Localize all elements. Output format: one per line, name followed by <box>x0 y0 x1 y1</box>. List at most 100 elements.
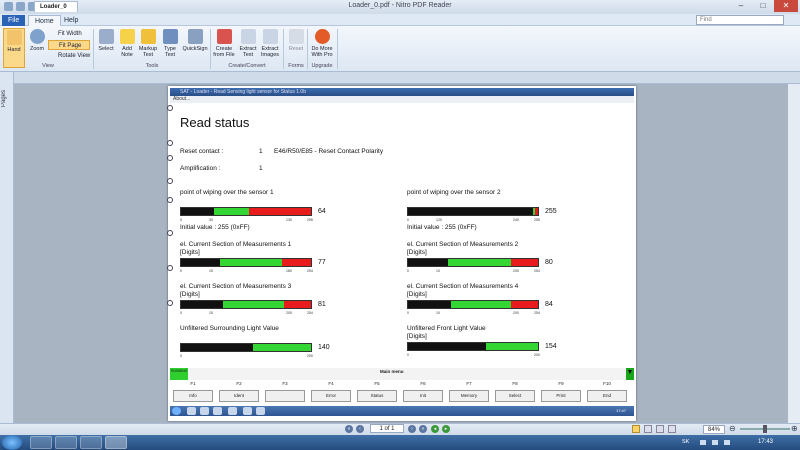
continuous-view-icon[interactable] <box>644 425 652 433</box>
vertical-scrollbar[interactable] <box>788 84 800 423</box>
function-button[interactable]: Error <box>311 390 351 402</box>
explorer-icon[interactable] <box>55 436 77 449</box>
tick-label: 200 <box>534 353 540 357</box>
section-unit: [Digits] <box>407 249 427 256</box>
reset-button[interactable]: Reset <box>285 28 307 68</box>
extract-images-button[interactable]: Extract Images <box>259 28 281 68</box>
page-number-field[interactable]: 1 of 1 <box>370 424 404 433</box>
search-input[interactable]: Find <box>696 15 784 25</box>
previous-page-icon[interactable]: ‹ <box>356 425 364 433</box>
section-label: point of wiping over the sensor 2 <box>407 189 501 196</box>
rotate-view-button[interactable]: Rotate View <box>48 51 90 61</box>
start-button[interactable] <box>2 435 22 450</box>
function-button[interactable]: Print <box>541 390 581 402</box>
forward-icon[interactable]: ▸ <box>442 425 450 433</box>
function-button[interactable]: Select <box>495 390 535 402</box>
app-icon[interactable] <box>4 2 13 11</box>
level-bar-fill <box>181 301 223 308</box>
tick-label: 10 <box>436 269 440 273</box>
zoom-button[interactable]: Zoom <box>26 28 48 68</box>
amplification-value: 1 <box>259 165 263 172</box>
nitro-taskbar-icon[interactable] <box>105 436 127 449</box>
facing-continuous-icon[interactable] <box>668 425 676 433</box>
fit-page-button[interactable]: Fit Page <box>48 40 90 50</box>
pages-panel[interactable] <box>0 72 14 423</box>
document-tab[interactable]: Loader_0 <box>34 1 78 12</box>
inner-window-title: SAT - Loader - Read Sensing light sensor… <box>170 88 634 96</box>
type-text-button[interactable]: Type Text <box>159 28 181 68</box>
function-button[interactable]: End <box>587 390 627 402</box>
tab-home[interactable]: Home <box>28 15 61 26</box>
function-key-label: F6 <box>420 381 426 386</box>
zoom-slider-thumb[interactable] <box>763 425 767 433</box>
level-bar-fill <box>181 344 253 351</box>
level-bar-fill <box>408 343 486 350</box>
zoom-out-icon[interactable]: ⊖ <box>729 424 736 433</box>
inner-task-icon[interactable] <box>213 407 222 415</box>
inner-clock: 17:47 <box>616 408 627 413</box>
close-button[interactable]: ✕ <box>774 0 798 12</box>
inner-task-icon[interactable] <box>228 407 237 415</box>
function-button[interactable]: Info <box>173 390 213 402</box>
maximize-button[interactable]: □ <box>752 0 774 12</box>
function-key-label: F8 <box>512 381 518 386</box>
pdf-create-icon <box>216 29 232 44</box>
last-page-icon[interactable]: » <box>419 425 427 433</box>
add-note-button[interactable]: Add Note <box>116 28 138 68</box>
zoom-icon <box>29 29 45 44</box>
create-from-file-button[interactable]: Create from File <box>212 28 236 68</box>
next-page-icon[interactable]: › <box>408 425 416 433</box>
function-key-label: F9 <box>558 381 564 386</box>
markup-text-button[interactable]: Markup Text <box>137 28 159 68</box>
level-bar-ok-zone <box>252 344 311 351</box>
level-bar-high-zone <box>510 259 538 266</box>
tray-icon[interactable] <box>700 440 706 445</box>
level-value: 64 <box>318 208 326 215</box>
tab-file[interactable]: File <box>2 15 26 26</box>
function-button[interactable]: Init <box>403 390 443 402</box>
down-arrow-button[interactable]: ▼ <box>626 368 634 380</box>
fit-width-button[interactable]: Fit Width <box>48 29 82 39</box>
margin-marker <box>167 197 173 203</box>
do-more-with-pro-button[interactable]: Do More With Pro <box>309 28 335 68</box>
open-icon[interactable] <box>16 2 25 11</box>
select-button[interactable]: Select <box>95 28 117 68</box>
function-button[interactable]: Memory <box>449 390 489 402</box>
quicksign-button[interactable]: QuickSign <box>181 28 209 68</box>
level-value: 81 <box>318 301 326 308</box>
function-button[interactable] <box>265 390 305 402</box>
function-button[interactable]: Ident <box>219 390 259 402</box>
pages-panel-label[interactable]: Pages <box>1 90 7 107</box>
section-label: el. Current Section of Measurements 2 <box>407 241 519 248</box>
level-value: 154 <box>545 343 557 350</box>
inner-task-icon[interactable] <box>200 407 209 415</box>
inner-task-icon[interactable] <box>187 407 196 415</box>
ie-icon[interactable] <box>30 436 52 449</box>
inner-task-icon[interactable] <box>243 407 252 415</box>
minimize-button[interactable]: ‒ <box>730 0 752 12</box>
inner-start-icon[interactable] <box>172 407 181 415</box>
running-indicator: RUNNING <box>170 368 188 380</box>
function-button[interactable]: Status <box>357 390 397 402</box>
tick-label: 0 <box>180 269 182 273</box>
extract-text-button[interactable]: Extract Text <box>237 28 259 68</box>
function-key-label: F4 <box>328 381 334 386</box>
zoom-level[interactable]: 84% <box>703 425 725 434</box>
zoom-in-icon[interactable]: ⊕ <box>791 424 798 433</box>
hand-button[interactable]: Hand <box>3 28 25 68</box>
media-player-icon[interactable] <box>80 436 102 449</box>
language-indicator[interactable]: SK <box>682 439 689 445</box>
tick-label: 254 <box>307 269 313 273</box>
volume-icon[interactable] <box>724 440 730 445</box>
first-page-icon[interactable]: « <box>345 425 353 433</box>
single-page-view-icon[interactable] <box>632 425 640 433</box>
level-bar-fill <box>408 208 533 215</box>
network-icon[interactable] <box>712 440 718 445</box>
facing-view-icon[interactable] <box>656 425 664 433</box>
section-unit: [Digits] <box>407 291 427 298</box>
markup-icon <box>140 29 156 44</box>
back-icon[interactable]: ◂ <box>431 425 439 433</box>
inner-task-icon[interactable] <box>256 407 265 415</box>
section-label: el. Current Section of Measurements 1 <box>180 241 292 248</box>
tab-help[interactable]: Help <box>58 15 84 26</box>
